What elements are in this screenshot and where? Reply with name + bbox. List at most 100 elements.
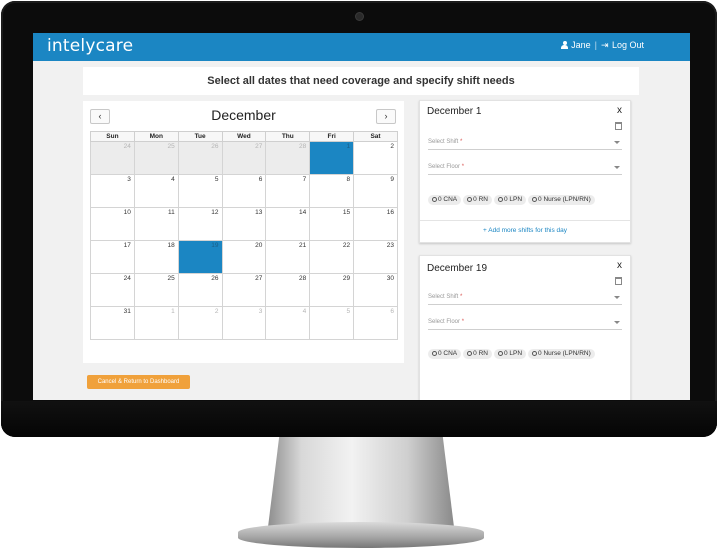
app-logo[interactable]: intelycare [47, 36, 133, 56]
day-panel-december-1: December 1 x Select Shift * Select Floor… [419, 100, 631, 243]
day-cell[interactable]: 25 [133, 273, 179, 307]
person-icon [467, 197, 473, 202]
day-cell[interactable]: 28 [265, 141, 311, 175]
floor-select[interactable]: Select Floor * [428, 160, 622, 175]
user-name[interactable]: Jane [571, 40, 591, 50]
cna-chip[interactable]: 0 CNA [428, 349, 462, 359]
day-cell[interactable]: 4 [133, 174, 179, 208]
required-mark: * [461, 319, 465, 325]
close-panel-button[interactable]: x [617, 105, 622, 116]
trash-icon[interactable] [615, 122, 622, 130]
day-cell[interactable]: 31 [90, 306, 135, 340]
day-cell[interactable]: 17 [90, 240, 135, 274]
day-cell[interactable]: 27 [221, 141, 267, 175]
calendar-week: 10 11 12 13 14 15 16 [90, 207, 398, 241]
panel-date: December 19 [427, 263, 488, 274]
day-cell[interactable]: 29 [309, 273, 355, 307]
shift-select[interactable]: Select Shift * [428, 135, 622, 150]
day-cell[interactable]: 6 [221, 174, 267, 208]
calendar-week: 24 25 26 27 28 1 2 [90, 141, 398, 175]
day-cell[interactable]: 30 [353, 273, 398, 307]
day-cell[interactable]: 27 [221, 273, 267, 307]
lpn-chip[interactable]: 0 LPN [493, 349, 527, 359]
calendar: December ‹ › Sun Mon Tue Wed Thu Fri Sat [83, 101, 404, 363]
weekday-label: Wed [221, 131, 267, 142]
day-cell[interactable]: 23 [353, 240, 398, 274]
person-icon [497, 351, 503, 356]
floor-select[interactable]: Select Floor * [428, 315, 622, 330]
day-cell[interactable]: 26 [177, 141, 223, 175]
shift-select-placeholder: Select Shift [428, 294, 459, 300]
chip-label: 0 LPN [503, 350, 523, 357]
monitor-base [238, 522, 484, 548]
day-cell[interactable]: 15 [309, 207, 355, 241]
day-cell[interactable]: 25 [133, 141, 179, 175]
day-cell[interactable]: 1 [133, 306, 179, 340]
day-cell[interactable]: 9 [353, 174, 398, 208]
weekday-label: Mon [133, 131, 179, 142]
close-panel-button[interactable]: x [617, 260, 622, 271]
day-cell[interactable]: 20 [221, 240, 267, 274]
day-cell[interactable]: 16 [353, 207, 398, 241]
day-cell[interactable]: 5 [309, 306, 355, 340]
cancel-return-dashboard-button[interactable]: Cancel & Return to Dashboard [87, 375, 190, 389]
next-month-button[interactable]: › [376, 109, 396, 124]
user-menu: Jane | ⇥ Log Out [561, 40, 644, 50]
day-cell[interactable]: 8 [309, 174, 355, 208]
day-cell[interactable]: 28 [265, 273, 311, 307]
shift-select[interactable]: Select Shift * [428, 290, 622, 305]
day-cell[interactable]: 5 [177, 174, 223, 208]
day-cell[interactable]: 26 [177, 273, 223, 307]
trash-icon[interactable] [615, 277, 622, 285]
logout-icon: ⇥ [600, 40, 609, 50]
logout-link[interactable]: Log Out [612, 40, 644, 50]
day-cell[interactable]: 12 [177, 207, 223, 241]
day-cell-selected[interactable]: 19 [177, 240, 223, 274]
day-cell[interactable]: 10 [90, 207, 135, 241]
weekday-header: Sun Mon Tue Wed Thu Fri Sat [90, 131, 398, 142]
lpn-chip[interactable]: 0 LPN [493, 195, 527, 205]
day-cell[interactable]: 24 [90, 141, 135, 175]
person-icon [532, 197, 538, 202]
chip-label: 0 CNA [438, 350, 458, 357]
staff-chips: 0 CNA 0 RN 0 LPN 0 Nurse (LPN/RN) [428, 342, 623, 361]
day-cell[interactable]: 14 [265, 207, 311, 241]
add-more-shifts-link[interactable]: + Add more shifts for this day [420, 220, 630, 234]
day-cell[interactable]: 18 [133, 240, 179, 274]
day-cell[interactable]: 3 [221, 306, 267, 340]
day-cell[interactable]: 2 [353, 141, 398, 175]
day-cell[interactable]: 3 [90, 174, 135, 208]
weekday-label: Sat [353, 131, 398, 142]
day-cell[interactable]: 6 [353, 306, 398, 340]
prev-month-button[interactable]: ‹ [90, 109, 110, 124]
nurse-chip[interactable]: 0 Nurse (LPN/RN) [528, 349, 595, 359]
cna-chip[interactable]: 0 CNA [428, 195, 462, 205]
day-cell[interactable]: 4 [265, 306, 311, 340]
day-cell[interactable]: 22 [309, 240, 355, 274]
day-cell-selected[interactable]: 1 [309, 141, 355, 175]
rn-chip[interactable]: 0 RN [463, 195, 492, 205]
calendar-week: 31 1 2 3 4 5 6 [90, 306, 398, 340]
chip-label: 0 RN [473, 196, 488, 203]
chevron-down-icon [614, 166, 620, 169]
day-cell[interactable]: 2 [177, 306, 223, 340]
chip-label: 0 Nurse (LPN/RN) [538, 196, 591, 203]
day-cell[interactable]: 21 [265, 240, 311, 274]
chevron-down-icon [614, 321, 620, 324]
chevron-down-icon [614, 296, 620, 299]
person-icon [432, 351, 437, 356]
shift-select-placeholder: Select Shift [428, 139, 459, 145]
chevron-right-icon: › [384, 111, 388, 121]
day-cell[interactable]: 11 [133, 207, 179, 241]
day-cell[interactable]: 24 [90, 273, 135, 307]
calendar-week: 17 18 19 20 21 22 23 [90, 240, 398, 274]
calendar-week: 24 25 26 27 28 29 30 [90, 273, 398, 307]
screen: intelycare Jane | ⇥ Log Out Select all d… [33, 33, 690, 400]
day-panel-december-19: December 19 x Select Shift * Select Floo… [419, 255, 631, 400]
day-cell[interactable]: 13 [221, 207, 267, 241]
day-cell[interactable]: 7 [265, 174, 311, 208]
nurse-chip[interactable]: 0 Nurse (LPN/RN) [528, 195, 595, 205]
person-icon [497, 197, 503, 202]
rn-chip[interactable]: 0 RN [463, 349, 492, 359]
chip-label: 0 Nurse (LPN/RN) [538, 350, 591, 357]
